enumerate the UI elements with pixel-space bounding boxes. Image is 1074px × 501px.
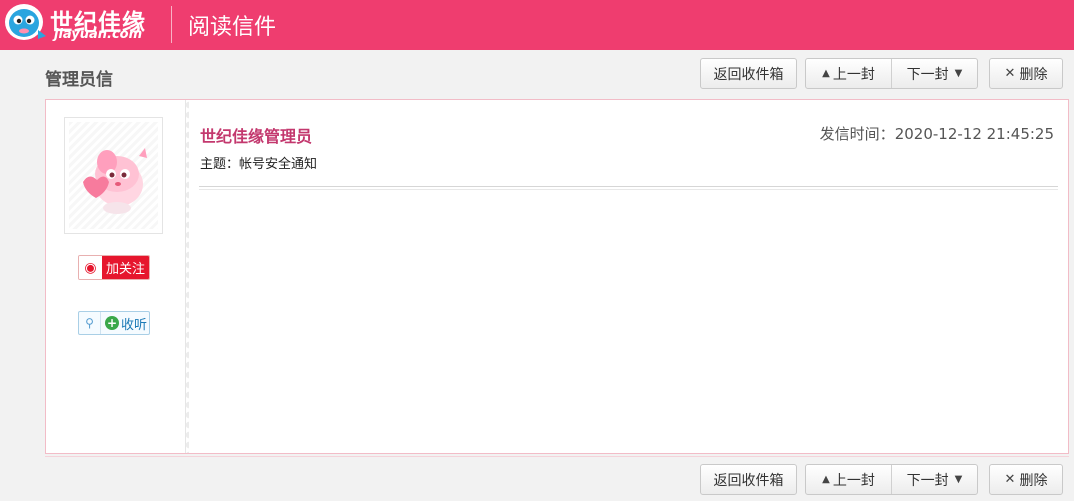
prev-message-label: 上一封 (832, 66, 875, 83)
prev-next-group: ▲ 上一封 下一封 ▼ (805, 58, 978, 89)
jiayuan-logo[interactable]: 世纪佳缘 jiayuan.com (0, 0, 160, 48)
triangle-down-icon: ▼ (954, 474, 963, 485)
weibo-follow-label: 加关注 (102, 256, 149, 279)
sender-sidebar: ◉ 加关注 ⚲ + 收听 (46, 100, 186, 453)
sender-name[interactable]: 世纪佳缘管理员 (200, 123, 312, 147)
weibo-icon: ◉ (79, 256, 102, 279)
close-icon: ✕ (1004, 66, 1016, 81)
close-icon: ✕ (1004, 472, 1016, 487)
next-message-label: 下一封 (906, 472, 949, 489)
top-header: 世纪佳缘 jiayuan.com 阅读信件 (0, 0, 1074, 50)
avatar-frame[interactable] (64, 117, 163, 234)
toolbar-bottom: 返回收件箱 ▲ 上一封 下一封 ▼ ✕ 删除 (0, 464, 1074, 496)
prev-message-button[interactable]: ▲ 上一封 (806, 59, 891, 88)
back-to-inbox-button[interactable]: 返回收件箱 (700, 464, 797, 495)
triangle-up-icon: ▲ (822, 68, 830, 79)
sent-time-value: 2020-12-12 21:45:25 (894, 125, 1054, 143)
triangle-down-icon: ▼ (954, 68, 963, 79)
prev-next-group: ▲ 上一封 下一封 ▼ (805, 464, 978, 495)
tqq-listen-button[interactable]: ⚲ + 收听 (78, 311, 150, 335)
delete-label: 删除 (1019, 66, 1048, 83)
next-message-label: 下一封 (906, 66, 949, 83)
subject-value: 帐号安全通知 (239, 157, 318, 172)
delete-button[interactable]: ✕ 删除 (989, 464, 1063, 495)
avatar (69, 122, 158, 229)
delete-button[interactable]: ✕ 删除 (989, 58, 1063, 89)
message-card: ◉ 加关注 ⚲ + 收听 世纪佳缘管理员 发信时间：2020-12-12 21:… (45, 99, 1069, 454)
tencent-weibo-icon: ⚲ (79, 312, 101, 334)
plus-circle-icon: + (105, 316, 119, 330)
tqq-listen-label: 收听 (121, 317, 148, 333)
header-title: 阅读信件 (188, 15, 277, 40)
subject: 主题：帐号安全通知 (200, 153, 317, 172)
delete-label: 删除 (1019, 472, 1048, 489)
subject-label: 主题： (200, 157, 240, 172)
jiayuan-mascot-icon (5, 4, 46, 40)
sidebar-zigzag-edge (179, 100, 189, 453)
triangle-up-icon: ▲ (822, 474, 830, 485)
logo-domain-text: jiayuan.com (54, 27, 143, 42)
toolbar-top: 返回收件箱 ▲ 上一封 下一封 ▼ ✕ 删除 (0, 58, 1074, 90)
prev-message-button[interactable]: ▲ 上一封 (806, 465, 891, 494)
weibo-follow-button[interactable]: ◉ 加关注 (78, 255, 150, 280)
message-divider (199, 186, 1058, 190)
sent-time-label: 发信时间： (819, 125, 895, 143)
sent-time: 发信时间：2020-12-12 21:45:25 (820, 123, 1054, 144)
header-divider (171, 6, 172, 43)
next-message-button[interactable]: 下一封 ▼ (891, 59, 977, 88)
card-bottom-line (45, 456, 1069, 458)
mascot-avatar-icon (83, 148, 147, 214)
next-message-button[interactable]: 下一封 ▼ (891, 465, 977, 494)
prev-message-label: 上一封 (832, 472, 875, 489)
back-to-inbox-button[interactable]: 返回收件箱 (700, 58, 797, 89)
